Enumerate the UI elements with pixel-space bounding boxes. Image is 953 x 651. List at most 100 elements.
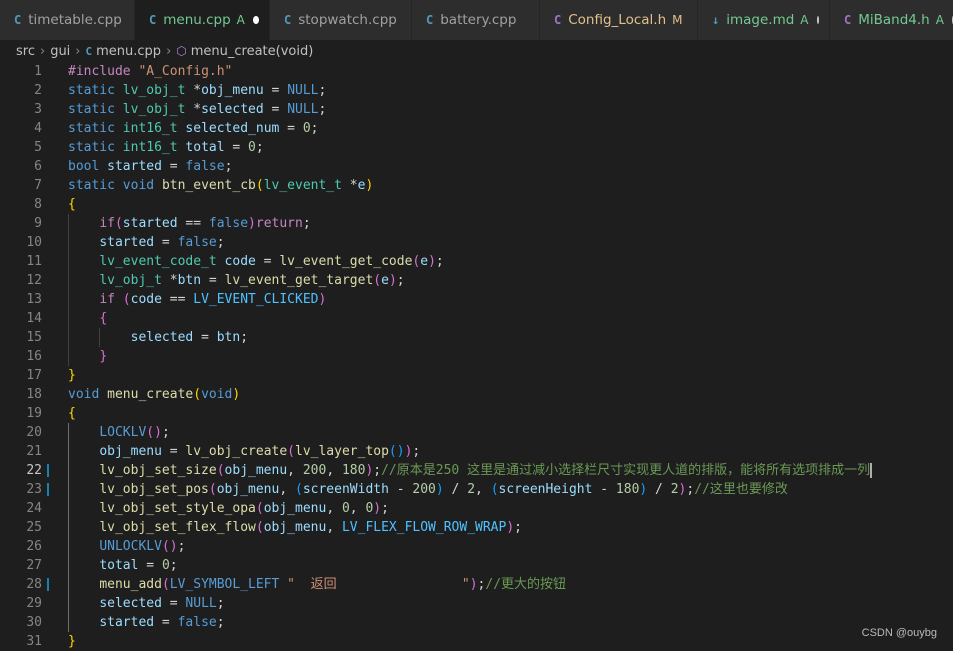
- code-line[interactable]: 30 started = false;: [0, 613, 953, 632]
- code-token: (: [208, 482, 217, 497]
- code-line[interactable]: 25 lv_obj_set_flex_flow(obj_menu, LV_FLE…: [0, 518, 953, 537]
- code-token: obj_menu: [224, 463, 288, 478]
- code-token: ;: [216, 596, 225, 611]
- code-line[interactable]: 19 {: [0, 404, 953, 423]
- line-number: 8: [34, 197, 42, 212]
- unsaved-dot-icon[interactable]: [252, 16, 259, 24]
- code-token: -: [388, 482, 413, 497]
- code-line[interactable]: 1 #include "A_Config.h": [0, 62, 953, 81]
- breadcrumb-file[interactable]: menu.cpp: [96, 44, 161, 59]
- tab-image-md[interactable]: ↓ image.md A: [698, 0, 830, 40]
- code-line[interactable]: 31}: [0, 632, 953, 651]
- code-line[interactable]: 6 bool started = false;: [0, 157, 953, 176]
- code-token: static: [68, 83, 123, 98]
- code-line[interactable]: 12 lv_obj_t *btn = lv_event_get_target(e…: [0, 271, 953, 290]
- tab-menu-cpp[interactable]: Cmenu.cpp A: [135, 0, 270, 40]
- code-text: {: [68, 195, 76, 214]
- c-file-icon: C: [554, 13, 562, 27]
- code-line[interactable]: 4 static int16_t selected_num = 0;: [0, 119, 953, 138]
- line-number: 1: [34, 64, 42, 79]
- code-token: 0: [161, 558, 170, 573]
- code-token: lv_obj_t: [99, 273, 170, 288]
- code-token: static: [68, 140, 123, 155]
- code-line[interactable]: 18 void menu_create(void): [0, 385, 953, 404]
- code-token: =: [263, 102, 288, 117]
- code-text: static void btn_event_cb(lv_event_t *e): [68, 176, 373, 195]
- code-token: =: [138, 558, 162, 573]
- code-token: 0: [341, 501, 350, 516]
- markdown-file-icon: ↓: [712, 13, 720, 27]
- code-token: ;: [373, 463, 382, 478]
- code-token: LV_SYMBOL_LEFT: [169, 577, 280, 592]
- code-line[interactable]: 11 lv_event_code_t code = lv_event_get_c…: [0, 252, 953, 271]
- breadcrumb-symbol[interactable]: menu_create(void): [191, 44, 314, 59]
- code-line[interactable]: 17}: [0, 366, 953, 385]
- breadcrumb-src[interactable]: src: [16, 44, 35, 59]
- code-token: ;: [216, 235, 225, 250]
- line-number: 16: [26, 349, 42, 364]
- code-token: =: [201, 273, 225, 288]
- line-number: 5: [34, 140, 42, 155]
- code-token: //原本是250 这里是通过减小选择栏尺寸实现更人道的排版，能将所有选项排成一列: [381, 463, 871, 478]
- code-line[interactable]: 3 static lv_obj_t *selected = NULL;: [0, 100, 953, 119]
- code-token: obj_menu: [216, 482, 280, 497]
- unsaved-dot-icon[interactable]: [816, 16, 819, 24]
- tab-label: battery.cpp: [440, 12, 517, 28]
- code-text: started = false;: [68, 233, 225, 252]
- code-line[interactable]: 16 }: [0, 347, 953, 366]
- code-token: static: [68, 121, 123, 136]
- code-line[interactable]: 28 menu_add(LV_SYMBOL_LEFT " 返回 ");//更大的…: [0, 575, 953, 594]
- code-line[interactable]: 5 static int16_t total = 0;: [0, 138, 953, 157]
- line-number: 17: [26, 368, 42, 383]
- code-token: ;: [240, 330, 249, 345]
- code-token: *: [349, 178, 358, 193]
- code-token: lv_obj_set_flex_flow: [99, 520, 256, 535]
- code-line[interactable]: 14 {: [0, 309, 953, 328]
- code-line[interactable]: 7 static void btn_event_cb(lv_event_t *e): [0, 176, 953, 195]
- code-token: ;: [216, 615, 225, 630]
- line-number: 30: [26, 615, 42, 630]
- code-text: selected = btn;: [68, 328, 248, 347]
- code-token: lv_event_code_t: [99, 254, 225, 269]
- code-token: (: [114, 216, 123, 231]
- code-line[interactable]: 22 lv_obj_set_size(obj_menu, 200, 180);/…: [0, 461, 953, 480]
- chevron-right-icon: ›: [75, 43, 81, 59]
- breadcrumb: src › gui › C menu.cpp › ⬡ menu_create(v…: [0, 40, 953, 62]
- tab-config-local-h[interactable]: C Config_Local.h M: [540, 0, 698, 40]
- line-number: 21: [26, 444, 42, 459]
- modified-line-indicator: [47, 483, 49, 496]
- code-token: total: [185, 140, 225, 155]
- code-token: =: [224, 140, 249, 155]
- code-line[interactable]: 20 LOCKLV();: [0, 423, 953, 442]
- code-token: /: [647, 482, 671, 497]
- code-line[interactable]: 29 selected = NULL;: [0, 594, 953, 613]
- tab-stopwatch-cpp[interactable]: Cstopwatch.cpp: [270, 0, 412, 40]
- code-line[interactable]: 23 lv_obj_set_pos(obj_menu, (screenWidth…: [0, 480, 953, 499]
- code-line[interactable]: 2 static lv_obj_t *obj_menu = NULL;: [0, 81, 953, 100]
- code-line[interactable]: 24 lv_obj_set_style_opa(obj_menu, 0, 0);: [0, 499, 953, 518]
- code-token: lv_obj_set_style_opa: [99, 501, 256, 516]
- code-token: #include: [68, 64, 139, 79]
- code-token: if: [99, 216, 115, 231]
- code-token: 200: [302, 463, 327, 478]
- code-line[interactable]: 27 total = 0;: [0, 556, 953, 575]
- code-token: false: [177, 615, 217, 630]
- code-token: (: [295, 482, 303, 497]
- code-editor[interactable]: 1 #include "A_Config.h" 2 static lv_obj_t *…: [0, 62, 953, 649]
- code-line[interactable]: 8{: [0, 195, 953, 214]
- code-line[interactable]: 13 if (code == LV_EVENT_CLICKED): [0, 290, 953, 309]
- code-token: ): [428, 254, 436, 269]
- code-line[interactable]: 21 obj_menu = lv_obj_create(lv_layer_top…: [0, 442, 953, 461]
- code-line[interactable]: 15 selected = btn;: [0, 328, 953, 347]
- line-number: 12: [26, 273, 42, 288]
- tab-battery-cpp[interactable]: Cbattery.cpp: [412, 0, 540, 40]
- code-token: false: [208, 216, 249, 231]
- code-line[interactable]: 26 UNLOCKLV();: [0, 537, 953, 556]
- code-line[interactable]: 9 if(started == false)return;: [0, 214, 953, 233]
- breadcrumb-gui[interactable]: gui: [50, 44, 70, 59]
- tab-timetable-cpp[interactable]: Ctimetable.cpp: [0, 0, 135, 40]
- code-token: ==: [161, 292, 194, 307]
- tab-miband4-h[interactable]: C MiBand4.h A: [830, 0, 953, 40]
- code-line[interactable]: 10 started = false;: [0, 233, 953, 252]
